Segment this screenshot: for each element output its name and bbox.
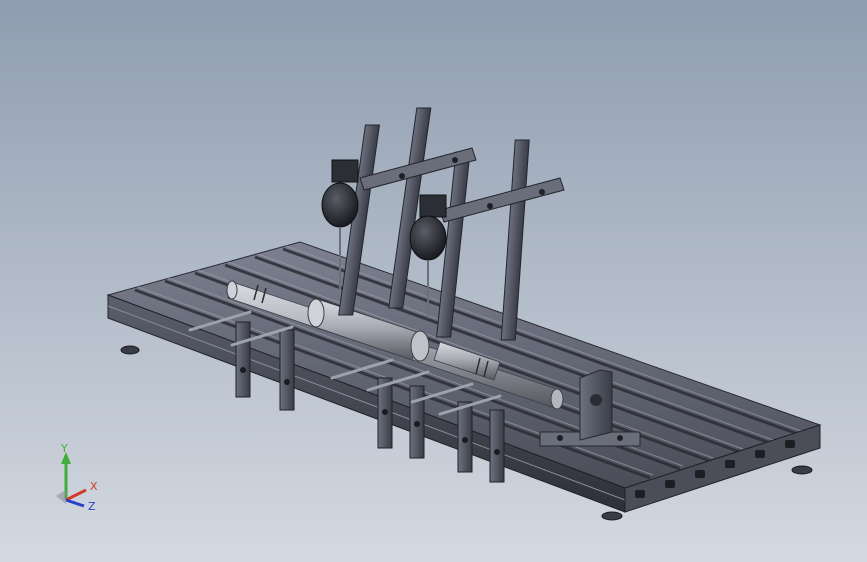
cad-assembly-model[interactable]	[0, 0, 867, 562]
cad-graphics-viewport[interactable]: Y X Z	[0, 0, 867, 562]
z-axis-icon	[65, 498, 85, 508]
coordinate-triad: Y X Z	[56, 442, 98, 513]
y-axis-label: Y	[60, 442, 68, 455]
x-axis-icon	[65, 488, 87, 502]
x-axis-label: X	[90, 480, 98, 493]
t-slot-table[interactable]	[106, 241, 822, 521]
z-axis-label: Z	[88, 500, 96, 513]
